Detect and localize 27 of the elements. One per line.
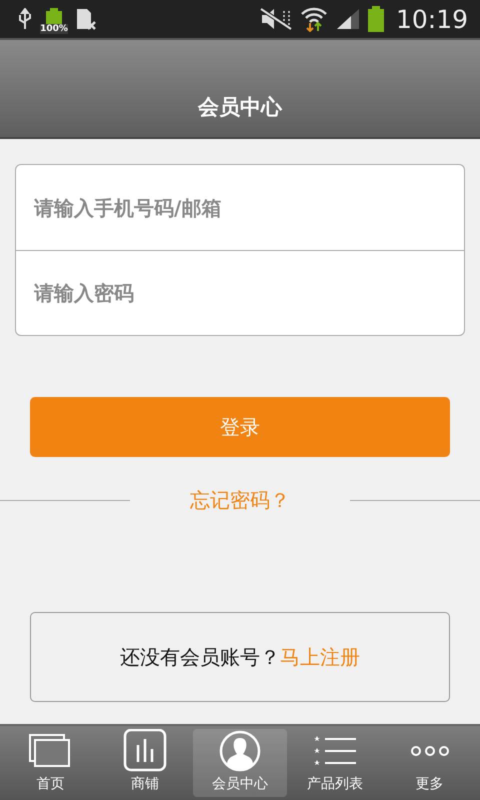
sim-card-icon [76, 8, 96, 30]
battery-label: 100% [40, 24, 68, 34]
mute-icon [260, 8, 292, 30]
user-icon [218, 730, 261, 772]
input-field[interactable]: 请输入手机号码/邮箱 [15, 164, 465, 250]
battery-icon [368, 6, 384, 32]
tab-label: 更多 [416, 775, 444, 793]
usb-icon [18, 8, 32, 30]
bar-chart-icon [123, 729, 168, 773]
star-list-icon [312, 734, 357, 768]
dots-icon [410, 743, 450, 759]
tab-label: 商铺 [131, 775, 160, 793]
tab[interactable]: 会员中心 [192, 729, 288, 797]
tab[interactable]: 产品列表 [287, 729, 382, 797]
windows-icon [28, 733, 72, 769]
tab[interactable]: 商铺 [98, 729, 193, 797]
page-title: 会员中心 [198, 94, 282, 120]
register-prompt: 还没有会员账号？ [120, 644, 280, 670]
tab[interactable]: 更多 [382, 729, 477, 797]
wifi-icon [300, 6, 328, 32]
tab-label: 产品列表 [306, 775, 363, 793]
signal-icon [336, 8, 360, 30]
input-field[interactable]: 请输入密码 [15, 250, 465, 336]
tab-label: 首页 [36, 775, 64, 793]
tab[interactable]: 首页 [3, 729, 98, 797]
tab-label: 会员中心 [212, 775, 268, 793]
clock-time: 10:19 [396, 4, 468, 34]
